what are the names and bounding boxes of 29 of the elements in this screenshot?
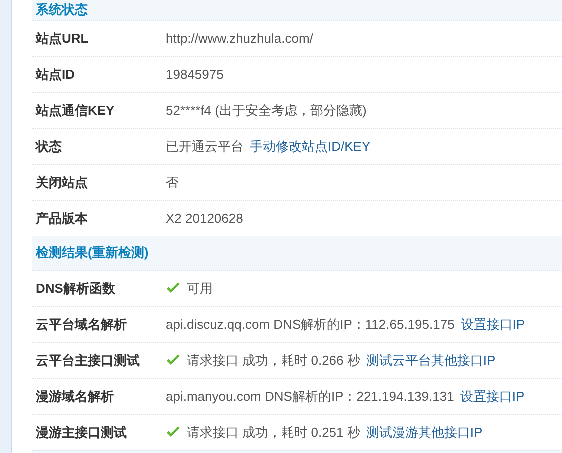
row-label: 产品版本 [36,210,89,228]
row-label: 站点URL [36,30,90,48]
row-label: 云平台主接口测试 [36,352,141,370]
row-label: 关闭站点 [36,174,89,192]
row-label: DNS解析函数 [36,280,116,298]
row-value: 已开通云平台 [166,138,244,156]
row-label: 云平台域名解析 [36,316,128,334]
row-link[interactable]: 测试漫游其他接口IP [366,422,483,442]
row-value: api.manyou.com DNS解析的IP：221.194.139.131 [166,388,454,406]
row-label: 状态 [36,138,63,156]
section-title: 系统状态 [36,1,88,20]
row-link[interactable]: 设置接口IP [460,386,525,406]
row-link[interactable]: 手动修改站点ID/KEY [250,136,371,156]
row-value: api.discuz.qq.com DNS解析的IP：112.65.195.175 [166,316,455,334]
row-value: http://www.zhuzhula.com/ [166,30,314,48]
row-value: 请求接口 成功，耗时 0.251 秒 [187,424,360,442]
row-label: 站点通信KEY [36,102,116,120]
row-label: 漫游域名解析 [36,388,115,406]
row-value: X2 20120628 [166,210,244,228]
row-value: 请求接口 成功，耗时 0.266 秒 [187,352,360,370]
row-value: 19845975 [166,66,224,84]
row-value: 52****f4 (出于安全考虑，部分隐藏) [166,102,367,120]
row-link[interactable]: 测试云平台其他接口IP [366,350,496,370]
row-label: 漫游主接口测试 [36,424,128,442]
row-value: 否 [166,174,179,192]
row-label: 站点ID [36,66,76,84]
row-value: 可用 [187,280,213,298]
row-link[interactable]: 设置接口IP [460,314,526,334]
section-title: 检测结果(重新检测) [36,244,149,262]
